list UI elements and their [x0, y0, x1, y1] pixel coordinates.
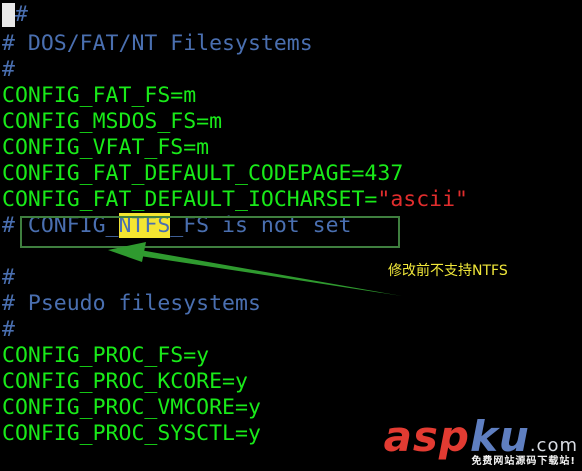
config-proc-kcore: CONFIG_PROC_KCORE=y [2, 369, 248, 394]
config-vfat-fs: CONFIG_VFAT_FS=m [2, 135, 210, 160]
section-heading-dos-fat-nt: # DOS/FAT/NT Filesystems [2, 31, 313, 56]
config-iocharset-key: CONFIG_FAT_DEFAULT_IOCHARSET= [2, 187, 378, 212]
section-heading-pseudo: # Pseudo filesystems [2, 291, 261, 316]
comment-line: # [2, 265, 15, 290]
config-proc-vmcore: CONFIG_PROC_VMCORE=y [2, 395, 261, 420]
comment-hash: # [15, 2, 28, 27]
watermark-logo: aspku.com 免费网站源码下载站! [384, 415, 578, 468]
config-iocharset-value: "ascii" [377, 187, 468, 212]
watermark-subtitle: 免费网站源码下载站! [471, 456, 576, 467]
cursor [2, 3, 15, 27]
config-fat-iocharset: CONFIG_FAT_DEFAULT_IOCHARSET="ascii" [2, 187, 468, 213]
wm-part-asp: asp [383, 412, 470, 461]
config-fat-fs: CONFIG_FAT_FS=m [2, 83, 197, 108]
config-msdos-fs: CONFIG_MSDOS_FS=m [2, 109, 223, 134]
comment-line: # [2, 317, 15, 342]
annotation-highlight-box [20, 216, 400, 248]
config-proc-fs: CONFIG_PROC_FS=y [2, 343, 210, 368]
annotation-label: 修改前不支持NTFS [388, 263, 508, 279]
comment-line: # [2, 57, 15, 82]
comment-line: # [2, 2, 28, 28]
config-fat-codepage: CONFIG_FAT_DEFAULT_CODEPAGE=437 [2, 161, 404, 186]
config-proc-sysctl: CONFIG_PROC_SYSCTL=y [2, 421, 261, 446]
